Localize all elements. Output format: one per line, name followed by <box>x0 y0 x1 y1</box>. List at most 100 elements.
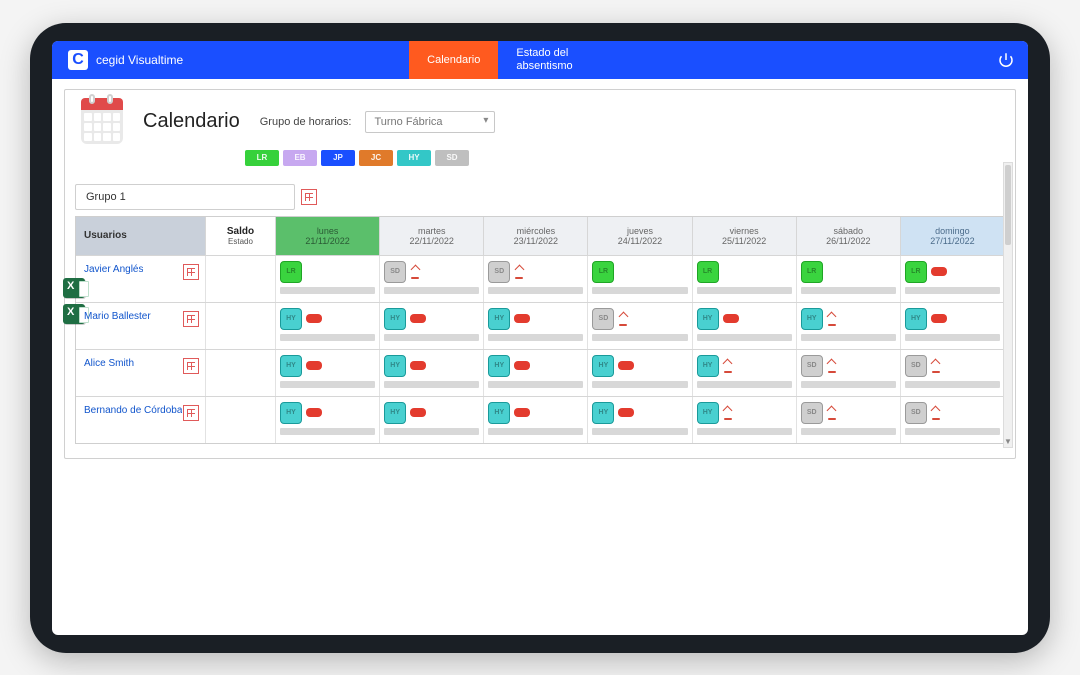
logout-button[interactable] <box>984 41 1028 79</box>
group-filter-input[interactable] <box>75 184 295 210</box>
user-cell: Bernando de Córdoba <box>76 397 206 443</box>
day-cell[interactable]: HY <box>588 397 692 443</box>
day-cell[interactable]: HY <box>484 303 588 349</box>
status-red-icon <box>306 408 322 417</box>
day-cell[interactable]: HY <box>588 350 692 396</box>
user-link[interactable]: Bernando de Córdoba <box>84 405 182 416</box>
shift-badge[interactable]: HY <box>280 402 302 424</box>
schedule-group-select[interactable]: Turno Fábrica <box>365 111 495 133</box>
table-row: Javier Anglés LR SD SD LR LR LR LR <box>76 256 1004 303</box>
col-header-day[interactable]: viernes25/11/2022 <box>693 217 797 255</box>
user-link[interactable]: Alice Smith <box>84 358 134 369</box>
shift-badge[interactable]: HY <box>801 308 823 330</box>
col-header-day[interactable]: jueves24/11/2022 <box>588 217 692 255</box>
day-cell[interactable]: HY <box>901 303 1004 349</box>
day-cell[interactable]: LR <box>276 256 380 302</box>
legend-chip-jp[interactable]: JP <box>321 150 355 166</box>
day-cell[interactable]: SD <box>901 397 1004 443</box>
day-cell[interactable]: HY <box>380 397 484 443</box>
day-cell[interactable]: SD <box>797 397 901 443</box>
col-header-users: Usuarios <box>76 217 206 255</box>
shift-badge[interactable]: HY <box>488 308 510 330</box>
brand-name: cegid Visualtime <box>96 53 183 67</box>
day-cell[interactable]: LR <box>797 256 901 302</box>
user-link[interactable]: Mario Ballester <box>84 311 151 322</box>
day-cell[interactable]: LR <box>693 256 797 302</box>
progress-track <box>801 428 896 435</box>
shift-badge[interactable]: HY <box>592 355 614 377</box>
day-cell[interactable]: SD <box>380 256 484 302</box>
col-header-day[interactable]: sábado26/11/2022 <box>797 217 901 255</box>
day-name: viernes <box>695 226 794 236</box>
shift-badge[interactable]: LR <box>905 261 927 283</box>
day-cell[interactable]: HY <box>276 397 380 443</box>
shift-badge[interactable]: SD <box>384 261 406 283</box>
shift-badge[interactable]: SD <box>592 308 614 330</box>
shift-badge[interactable]: LR <box>592 261 614 283</box>
shift-badge[interactable]: SD <box>488 261 510 283</box>
user-calendar-button[interactable] <box>183 311 199 327</box>
col-header-day[interactable]: miércoles23/11/2022 <box>484 217 588 255</box>
shift-badge[interactable]: HY <box>280 355 302 377</box>
day-cell[interactable]: HY <box>276 303 380 349</box>
scrollbar-thumb[interactable] <box>1005 165 1011 245</box>
legend-chip-eb[interactable]: EB <box>283 150 317 166</box>
upload-arrow-icon <box>827 359 837 373</box>
shift-badge[interactable]: LR <box>801 261 823 283</box>
shift-badge[interactable]: HY <box>697 355 719 377</box>
day-name: miércoles <box>486 226 585 236</box>
saldo-cell <box>206 256 276 302</box>
user-calendar-button[interactable] <box>183 405 199 421</box>
tab-calendario[interactable]: Calendario <box>409 41 498 79</box>
col-header-day[interactable]: lunes21/11/2022 <box>276 217 380 255</box>
day-cell[interactable]: SD <box>484 256 588 302</box>
shift-badge[interactable]: HY <box>905 308 927 330</box>
progress-track <box>384 428 479 435</box>
status-red-icon <box>514 408 530 417</box>
legend-chip-hy[interactable]: HY <box>397 150 431 166</box>
day-cell[interactable]: HY <box>693 397 797 443</box>
shift-badge[interactable]: LR <box>697 261 719 283</box>
user-link[interactable]: Javier Anglés <box>84 264 143 275</box>
open-datepicker-button[interactable] <box>301 189 317 205</box>
day-cell[interactable]: LR <box>588 256 692 302</box>
shift-badge[interactable]: SD <box>905 402 927 424</box>
shift-badge[interactable]: HY <box>488 355 510 377</box>
day-cell[interactable]: HY <box>276 350 380 396</box>
upload-arrow-icon <box>618 312 628 326</box>
day-cell[interactable]: HY <box>693 303 797 349</box>
day-cell[interactable]: LR <box>901 256 1004 302</box>
day-cell[interactable]: HY <box>484 350 588 396</box>
shift-badge[interactable]: HY <box>488 402 510 424</box>
day-cell[interactable]: HY <box>797 303 901 349</box>
legend-chip-lr[interactable]: LR <box>245 150 279 166</box>
day-cell[interactable]: HY <box>693 350 797 396</box>
shift-badge[interactable]: HY <box>384 402 406 424</box>
shift-badge[interactable]: HY <box>384 355 406 377</box>
day-cell[interactable]: SD <box>588 303 692 349</box>
shift-badge[interactable]: HY <box>384 308 406 330</box>
shift-badge[interactable]: HY <box>280 308 302 330</box>
progress-track <box>905 381 1000 388</box>
day-cell[interactable]: HY <box>484 397 588 443</box>
shift-badge[interactable]: SD <box>801 355 823 377</box>
col-header-day[interactable]: domingo27/11/2022 <box>901 217 1004 255</box>
shift-badge[interactable]: SD <box>905 355 927 377</box>
user-calendar-button[interactable] <box>183 264 199 280</box>
day-cell[interactable]: HY <box>380 350 484 396</box>
legend-chip-jc[interactable]: JC <box>359 150 393 166</box>
col-header-day[interactable]: martes22/11/2022 <box>380 217 484 255</box>
vertical-scrollbar[interactable]: ▲ ▼ <box>1003 162 1013 448</box>
user-calendar-button[interactable] <box>183 358 199 374</box>
shift-badge[interactable]: HY <box>592 402 614 424</box>
grid-body: Javier Anglés LR SD SD LR LR LR LR Mario Ballest… <box>76 256 1004 443</box>
day-cell[interactable]: HY <box>380 303 484 349</box>
tab-absentismo[interactable]: Estado del absentismo <box>498 41 590 79</box>
shift-badge[interactable]: SD <box>801 402 823 424</box>
day-cell[interactable]: SD <box>901 350 1004 396</box>
shift-badge[interactable]: HY <box>697 308 719 330</box>
shift-badge[interactable]: HY <box>697 402 719 424</box>
day-cell[interactable]: SD <box>797 350 901 396</box>
legend-chip-sd[interactable]: SD <box>435 150 469 166</box>
shift-badge[interactable]: LR <box>280 261 302 283</box>
